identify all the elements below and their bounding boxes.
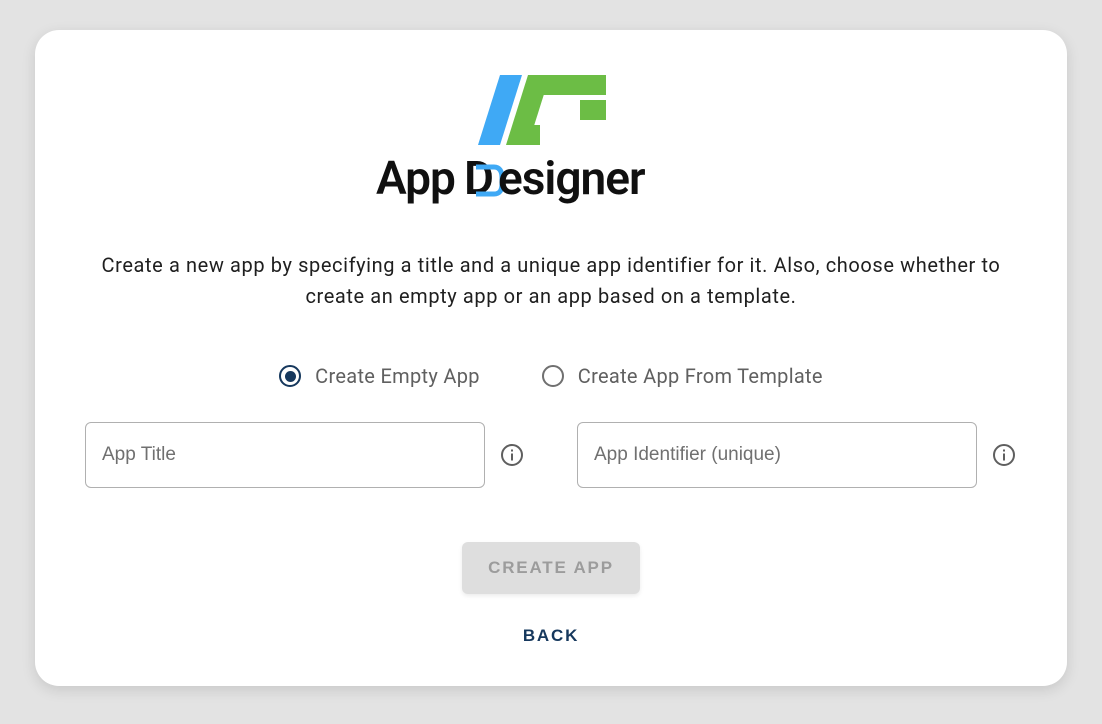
create-app-button[interactable]: CREATE APP: [462, 542, 640, 594]
radio-create-from-template[interactable]: Create App From Template: [542, 364, 823, 388]
info-icon: [500, 443, 524, 467]
svg-text:D: D: [464, 152, 493, 206]
app-identifier-input[interactable]: [594, 444, 960, 466]
radio-label-template: Create App From Template: [578, 364, 823, 388]
svg-text:App: App: [376, 152, 455, 206]
appdesigner-logo: App D esigner: [376, 72, 726, 222]
intro-text: Create a new app by specifying a title a…: [83, 250, 1019, 312]
svg-text:esigner: esigner: [498, 152, 645, 206]
app-identifier-field-wrap: [577, 422, 977, 488]
logo-area: App D esigner: [83, 72, 1019, 222]
radio-create-empty[interactable]: Create Empty App: [279, 364, 480, 388]
creation-mode-radio-group: Create Empty App Create App From Templat…: [83, 364, 1019, 388]
radio-icon: [542, 365, 564, 387]
app-title-input[interactable]: [102, 444, 468, 466]
app-identifier-info-button[interactable]: [991, 442, 1017, 468]
radio-icon: [279, 365, 301, 387]
create-app-card: App D esigner Create a new app by specif…: [35, 30, 1067, 686]
app-title-field-wrap: [85, 422, 485, 488]
back-button[interactable]: BACK: [507, 618, 595, 654]
fields-row: [83, 422, 1019, 488]
radio-label-empty: Create Empty App: [315, 364, 480, 388]
app-title-info-button[interactable]: [499, 442, 525, 468]
info-icon: [992, 443, 1016, 467]
